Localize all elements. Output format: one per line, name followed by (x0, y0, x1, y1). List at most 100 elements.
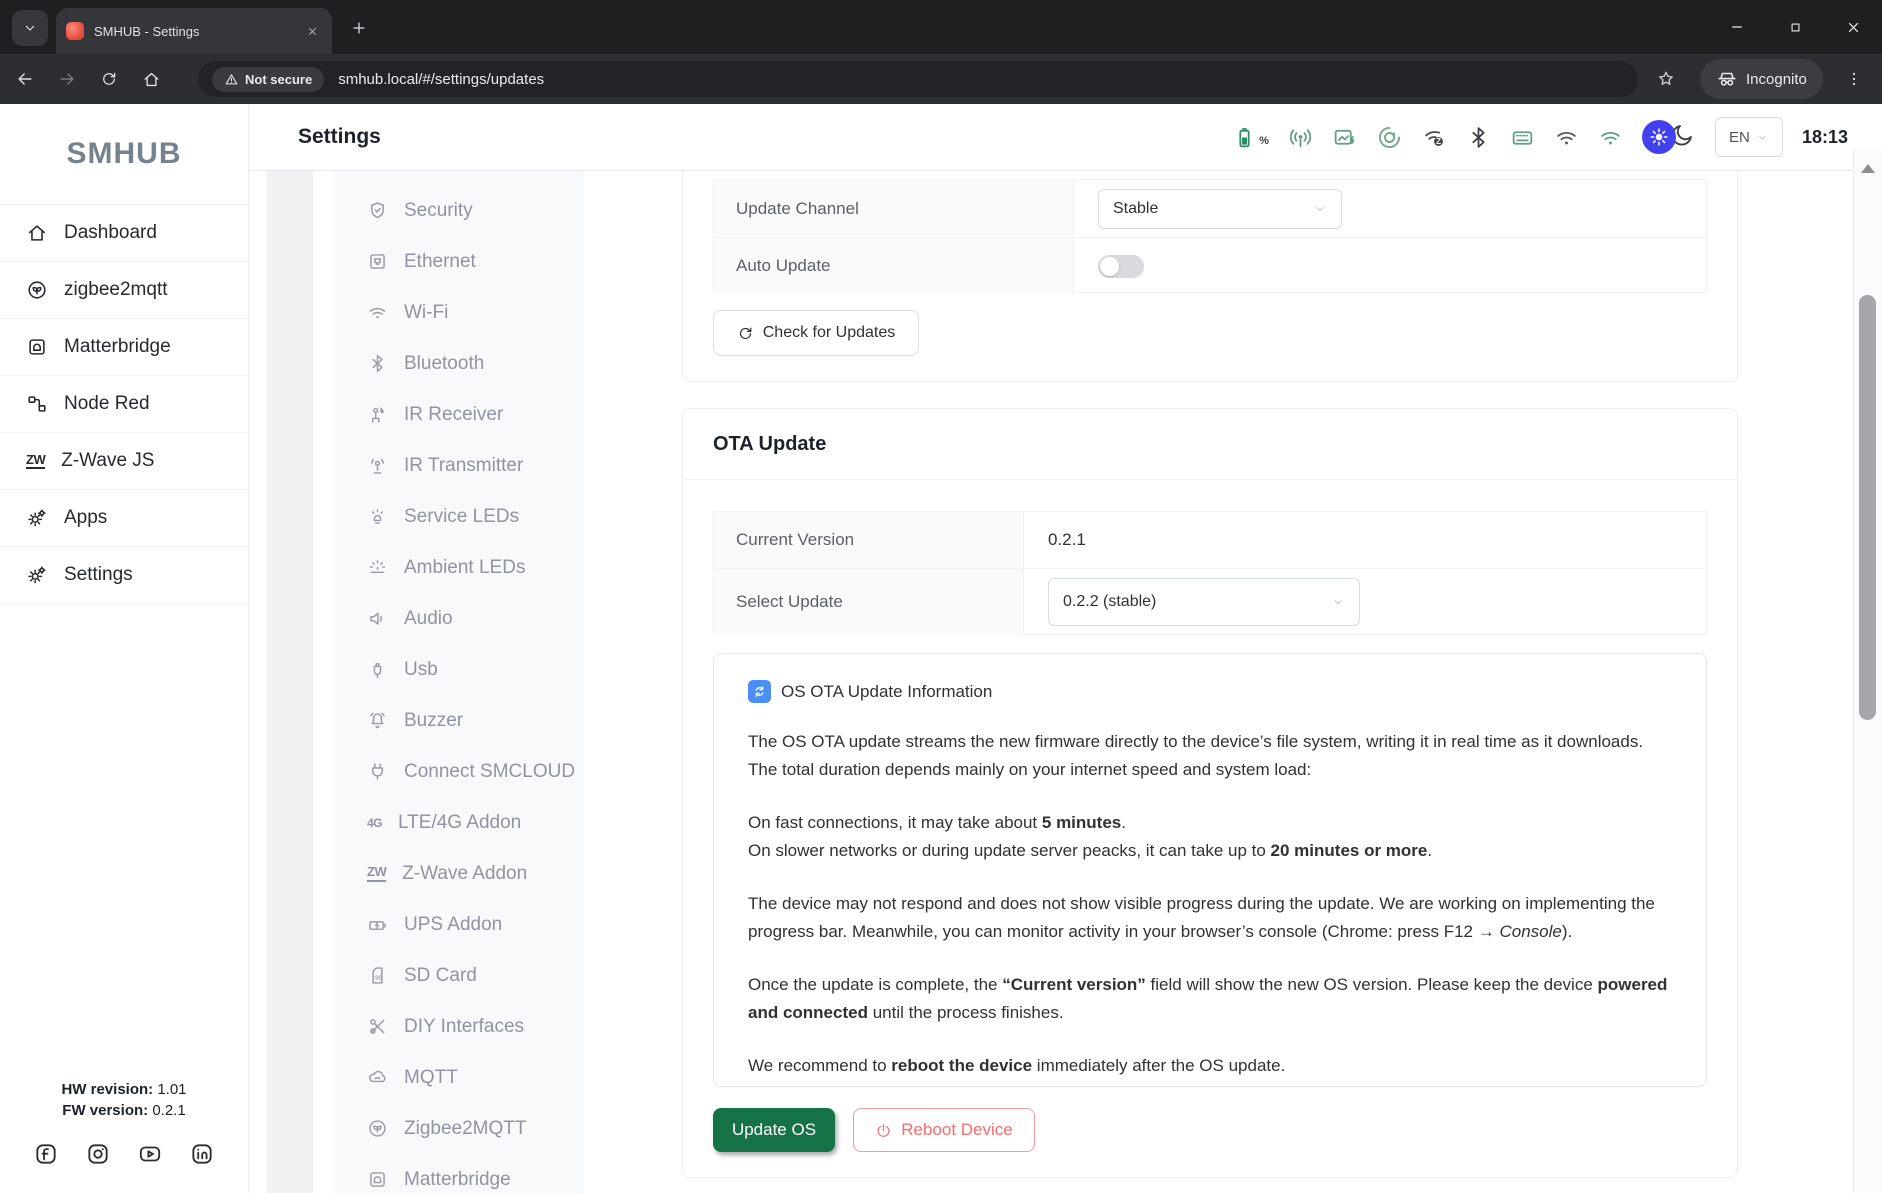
sidebar-item-zigbee2mqtt[interactable]: zigbee2mqtt (0, 262, 248, 319)
refresh-icon (737, 325, 754, 342)
submenu-item-bluetooth[interactable]: Bluetooth (333, 338, 582, 389)
select-update-select[interactable]: 0.2.2 (stable) (1048, 578, 1360, 626)
theme-toggle[interactable] (1641, 120, 1696, 154)
update-os-button[interactable]: Update OS (713, 1108, 835, 1152)
submenu-item-service-leds[interactable]: Service LEDs (333, 491, 582, 542)
scroll-up-arrow-icon[interactable] (1861, 164, 1875, 173)
instagram-icon[interactable] (85, 1141, 111, 1167)
app-logo: SMHUB (66, 137, 182, 170)
ota-info-paragraph: We recommend to reboot the device immedi… (748, 1056, 1286, 1075)
tab-favicon (66, 22, 84, 40)
sidebar-item-label: Settings (64, 564, 133, 585)
tab-close-button[interactable] (302, 21, 322, 41)
ota-update-card: OTA Update Current Version 0.2.1 Select … (682, 408, 1738, 1178)
submenu-item-connect-smcloud[interactable]: Connect SMCLOUD (333, 746, 582, 797)
fw-version-label: FW version: (62, 1102, 149, 1119)
submenu-item-usb[interactable]: Usb (333, 644, 582, 695)
submenu-item-label: IR Transmitter (404, 454, 524, 476)
youtube-icon[interactable] (137, 1141, 163, 1167)
submenu-item-zwave-addon[interactable]: ZW Z-Wave Addon (333, 848, 582, 899)
settings-submenu: Security Ethernet Wi-Fi Bluetooth IR Rec… (333, 170, 583, 1193)
linkedin-icon[interactable] (189, 1141, 215, 1167)
sidebar-item-label: Dashboard (64, 222, 157, 243)
minimize-icon (1729, 19, 1745, 35)
submenu-item-label: IR Receiver (404, 403, 504, 425)
reload-button[interactable] (92, 62, 126, 96)
address-bar[interactable]: Not secure smhub.local/#/settings/update… (198, 61, 1638, 97)
new-tab-button[interactable] (346, 15, 372, 41)
browser-menu-button[interactable] (1836, 61, 1872, 97)
tab-search-button[interactable] (12, 10, 48, 46)
sidebar-item-apps[interactable]: Apps (0, 490, 248, 547)
update-settings-table: Update Channel Stable Auto Update (713, 179, 1707, 294)
submenu-item-label: DIY Interfaces (404, 1015, 525, 1037)
submenu-item-sd-card[interactable]: SD Card (333, 950, 582, 1001)
page-scrollbar[interactable] (1853, 150, 1882, 1193)
browser-tab[interactable]: SMHUB - Settings (56, 8, 332, 54)
scrollbar-thumb[interactable] (1859, 295, 1876, 720)
clock: 18:13 (1801, 126, 1848, 147)
window-maximize-button[interactable] (1766, 0, 1824, 54)
submenu-item-label: Bluetooth (404, 352, 485, 374)
language-value: EN (1729, 128, 1750, 146)
forward-button[interactable] (50, 62, 84, 96)
submenu-item-diy-interfaces[interactable]: DIY Interfaces (333, 1001, 582, 1052)
ota-actions: Update OS Reboot Device (713, 1108, 1035, 1152)
submenu-item-lte-4g-addon[interactable]: 4G LTE/4G Addon (333, 797, 582, 848)
language-select[interactable]: EN (1714, 117, 1783, 157)
not-secure-badge[interactable]: Not secure (212, 66, 325, 92)
content-area: Security Ethernet Wi-Fi Bluetooth IR Rec… (248, 170, 1882, 1193)
settings-main-panel: Update Channel Stable Auto Update Check … (584, 170, 1854, 1193)
home-icon (26, 222, 48, 244)
zwave-icon: ZW (367, 865, 387, 882)
submenu-item-label: Zigbee2MQTT (404, 1117, 527, 1139)
table-row: Auto Update (714, 238, 1706, 294)
submenu-item-ambient-leds[interactable]: Ambient LEDs (333, 542, 582, 593)
status-icon-bar: % EN 18:13 (1232, 104, 1848, 170)
home-button[interactable] (134, 62, 168, 96)
submenu-item-security[interactable]: Security (333, 185, 582, 236)
auto-update-label: Auto Update (714, 238, 1074, 294)
sun-icon (1648, 126, 1670, 148)
sidebar-item-matterbridge[interactable]: Matterbridge (0, 319, 248, 376)
fw-version-value: 0.2.1 (152, 1102, 186, 1119)
sidebar-item-dashboard[interactable]: Dashboard (0, 205, 248, 262)
submenu-item-matterbridge[interactable]: Matterbridge (333, 1154, 582, 1193)
window-close-button[interactable] (1824, 0, 1882, 54)
light-theme-button[interactable] (1641, 120, 1676, 154)
home-icon (142, 70, 161, 89)
bookmark-button[interactable] (1648, 61, 1684, 97)
settings-gear-icon (26, 564, 48, 586)
url-text: smhub.local/#/settings/updates (338, 70, 545, 88)
submenu-item-mqtt[interactable]: MQTT (333, 1052, 582, 1103)
chevron-down-icon (1331, 595, 1345, 609)
sidebar-item-zwave-js[interactable]: ZW Z-Wave JS (0, 433, 248, 490)
social-links (0, 1141, 248, 1167)
app-header: Settings % EN 18:13 (248, 104, 1882, 171)
window-minimize-button[interactable] (1708, 0, 1766, 54)
submenu-item-ethernet[interactable]: Ethernet (333, 236, 582, 287)
sidebar-item-node-red[interactable]: Node Red (0, 376, 248, 433)
ota-info-paragraph: The OS OTA update streams the new firmwa… (748, 732, 1644, 779)
submenu-item-ups-addon[interactable]: UPS Addon (333, 899, 582, 950)
submenu-item-buzzer[interactable]: Buzzer (333, 695, 582, 746)
submenu-item-label: Ethernet (404, 250, 476, 272)
sidebar-item-settings[interactable]: Settings (0, 547, 248, 604)
auto-update-toggle[interactable] (1098, 254, 1144, 278)
reboot-device-button[interactable]: Reboot Device (853, 1108, 1035, 1152)
submenu-item-wifi[interactable]: Wi-Fi (333, 287, 582, 338)
close-icon (1845, 19, 1862, 36)
facebook-icon[interactable] (33, 1141, 59, 1167)
submenu-item-zigbee2mqtt[interactable]: Zigbee2MQTT (333, 1103, 582, 1154)
page-title: Settings (298, 125, 381, 148)
submenu-item-ir-transmitter[interactable]: IR Transmitter (333, 440, 582, 491)
plug-icon (367, 761, 388, 782)
submenu-item-ir-receiver[interactable]: IR Receiver (333, 389, 582, 440)
update-channel-select[interactable]: Stable (1098, 188, 1342, 229)
check-for-updates-button[interactable]: Check for Updates (713, 310, 919, 356)
ota-info-paragraph: Once the update is complete, the “Curren… (748, 975, 1668, 1022)
zwave-icon: ZW (26, 452, 46, 470)
zigbee-icon (367, 1118, 388, 1139)
back-button[interactable] (8, 62, 42, 96)
submenu-item-audio[interactable]: Audio (333, 593, 582, 644)
